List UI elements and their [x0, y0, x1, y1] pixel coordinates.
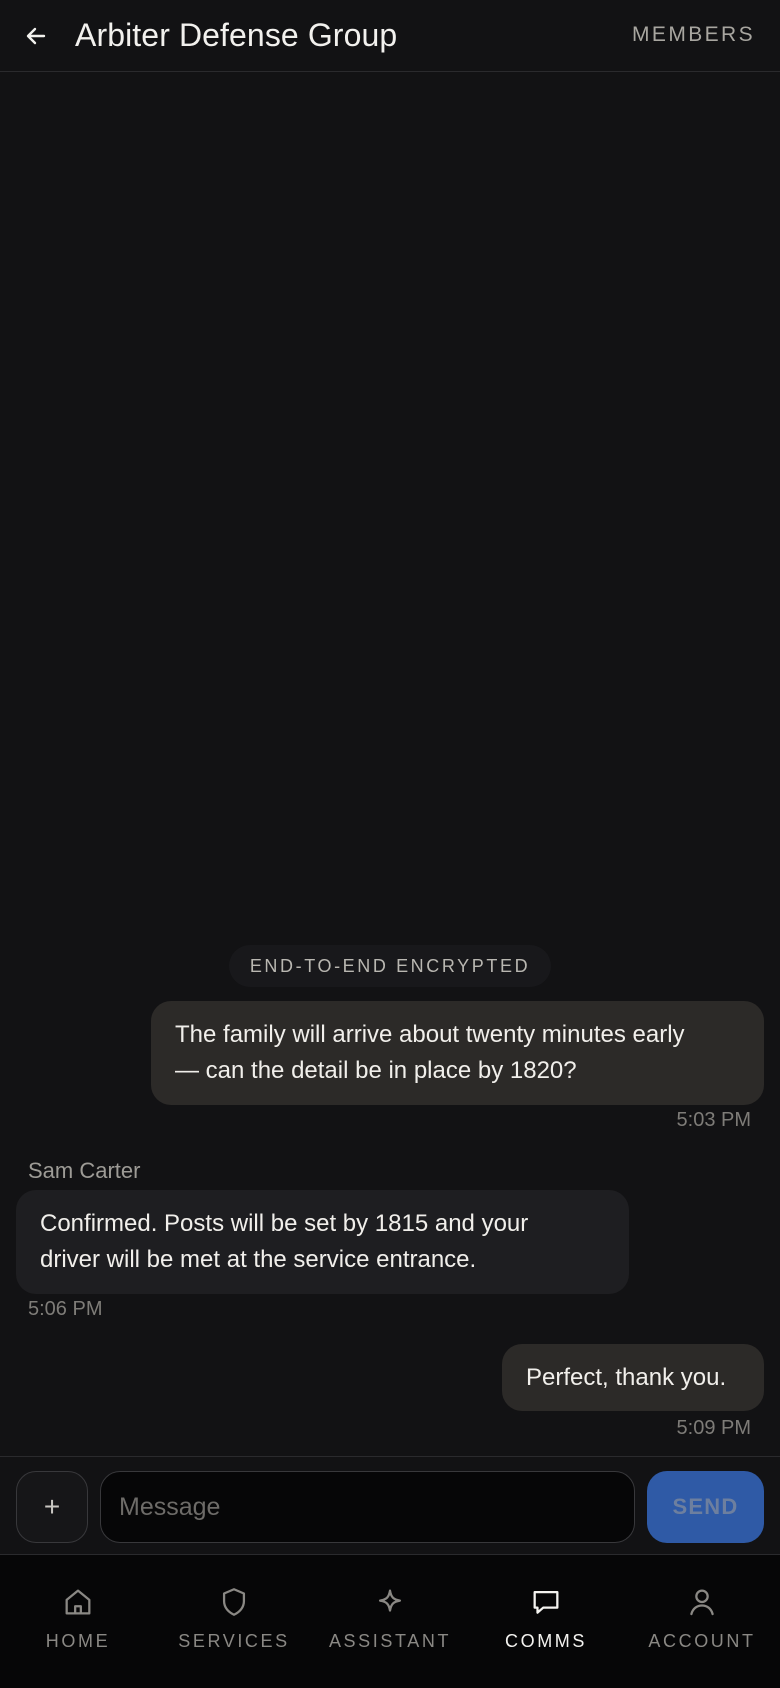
nav-label: HOME: [45, 1631, 111, 1651]
nav-item-account[interactable]: ACCOUNT: [624, 1585, 780, 1655]
members-button[interactable]: MEMBERS: [632, 23, 755, 47]
nav-label: COMMS: [505, 1631, 587, 1651]
message-timestamp: 5:03 PM: [676, 1109, 751, 1131]
conversation-title: Arbiter Defense Group: [75, 17, 398, 53]
shield-icon: [222, 1588, 246, 1616]
chat-bubble-icon: [533, 1590, 559, 1614]
send-button[interactable]: SEND: [647, 1471, 764, 1543]
person-icon: [690, 1589, 714, 1616]
home-icon: [65, 1589, 91, 1615]
message-text-line: — can the detail be in place by 1820?: [175, 1057, 577, 1084]
nav-item-comms[interactable]: COMMS: [468, 1585, 624, 1655]
message-list[interactable]: END-TO-END ENCRYPTED TODAY The family wi…: [0, 73, 780, 1456]
nav-label: ACCOUNT: [648, 1631, 756, 1651]
sparkle-icon: [378, 1589, 402, 1612]
message-composer: + SEND: [0, 1456, 780, 1554]
top-app-bar: Arbiter Defense Group MEMBERS: [0, 0, 780, 72]
bottom-navigation: HOME SERVICES ASSISTANT COMMS ACCOUNT: [0, 1554, 780, 1688]
message-text-line: Perfect, thank you.: [526, 1363, 727, 1391]
back-button[interactable]: [18, 18, 54, 54]
message-timestamp: 5:09 PM: [676, 1417, 751, 1439]
message-timestamp: 5:06 PM: [28, 1298, 103, 1320]
message-text-line: The family will arrive about twenty minu…: [175, 1021, 685, 1048]
incoming-message-bubble[interactable]: Confirmed. Posts will be set by 1815 and…: [16, 1190, 629, 1294]
attach-button[interactable]: +: [16, 1471, 88, 1543]
encryption-badge: END-TO-END ENCRYPTED: [229, 945, 551, 987]
nav-item-home[interactable]: HOME: [0, 1585, 156, 1655]
nav-label: SERVICES: [178, 1631, 290, 1651]
nav-label: ASSISTANT: [328, 1631, 452, 1651]
message-text-line: Confirmed. Posts will be set by 1815 and…: [40, 1210, 529, 1237]
outgoing-message-bubble[interactable]: The family will arrive about twenty minu…: [151, 1001, 764, 1105]
nav-item-services[interactable]: SERVICES: [156, 1585, 312, 1655]
arrow-left-icon: [26, 27, 46, 45]
nav-item-assistant[interactable]: ASSISTANT: [312, 1585, 468, 1655]
message-text-line: driver will be met at the service entran…: [40, 1246, 477, 1273]
message-text: The family will arrive about twenty minu…: [175, 1017, 685, 1089]
outgoing-message-bubble[interactable]: Perfect, thank you.: [502, 1344, 764, 1411]
message-text: Confirmed. Posts will be set by 1815 and…: [40, 1206, 528, 1278]
sender-name: Sam Carter: [28, 1158, 141, 1183]
message-input[interactable]: [100, 1471, 635, 1543]
